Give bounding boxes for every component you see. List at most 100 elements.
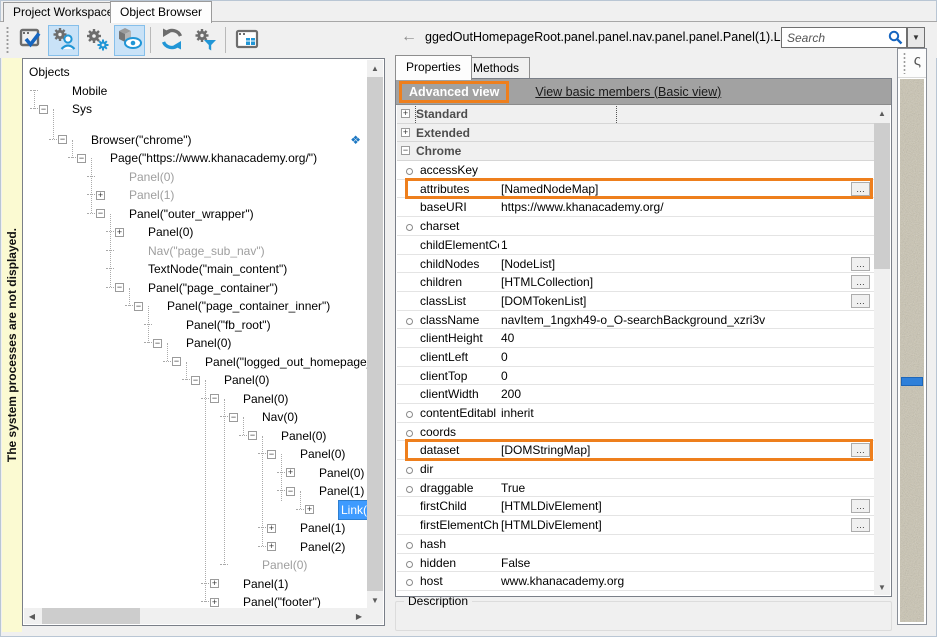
tree-node[interactable]: − Panel(0) ❖ xyxy=(24,427,367,446)
property-row[interactable]: children [HTMLCollection] … xyxy=(397,273,874,292)
tree-node[interactable]: + Link(0) ❖ xyxy=(24,501,367,520)
tree-node[interactable]: TextNode("main_content") ❖ xyxy=(24,260,367,279)
tree-node[interactable]: + Panel(1) ❖ xyxy=(24,186,367,205)
tree-expander[interactable]: − xyxy=(248,431,257,440)
tree-expander[interactable]: + xyxy=(96,191,105,200)
back-arrow-icon[interactable]: ← xyxy=(399,27,419,47)
property-row[interactable]: childElementCo 1 … xyxy=(397,236,874,255)
tab-methods[interactable]: Methods xyxy=(462,57,530,79)
gear-filter-button[interactable] xyxy=(189,25,220,56)
tree-expander[interactable]: − xyxy=(286,487,295,496)
toolbar-grip[interactable] xyxy=(5,27,10,53)
window-panel-button[interactable] xyxy=(231,25,262,56)
property-row[interactable]: − Chrome … xyxy=(397,142,874,161)
category-expander[interactable]: − xyxy=(401,146,410,155)
tree-expander[interactable]: − xyxy=(58,135,67,144)
category-expander[interactable]: + xyxy=(401,128,410,137)
window-check-button[interactable] xyxy=(15,25,46,56)
tree-expander[interactable]: − xyxy=(267,450,276,459)
property-row[interactable]: className navItem_1ngxh49-o_O-searchBack… xyxy=(397,311,874,330)
tree-node[interactable]: − Page("https://www.khanacademy.org/") ❖ xyxy=(24,149,367,168)
tab-properties[interactable]: Properties xyxy=(395,55,472,80)
property-row[interactable]: classList [DOMTokenList] … xyxy=(397,292,874,311)
cube-eye-button[interactable] xyxy=(114,25,145,56)
tree-node[interactable]: − Panel(0) ❖ xyxy=(24,445,367,464)
tree-expander[interactable]: + xyxy=(210,598,219,607)
tree-node[interactable]: − Browser("chrome") ❖ xyxy=(24,131,367,150)
property-row[interactable]: hash … xyxy=(397,535,874,554)
scroll-up-button[interactable]: ▲ xyxy=(367,60,383,76)
tree-node[interactable]: Mobile ❖ xyxy=(24,82,367,101)
tree-expander[interactable]: − xyxy=(96,209,105,218)
tree-expander[interactable]: + xyxy=(305,505,314,514)
tab-project-workspace[interactable]: Project Workspace xyxy=(3,2,123,22)
property-row[interactable]: + Standard … xyxy=(397,105,874,124)
search-dropdown-button[interactable]: ▼ xyxy=(907,27,925,48)
gears-button[interactable] xyxy=(81,25,112,56)
collapsed-tab-marker[interactable] xyxy=(901,377,923,386)
tree-expander[interactable]: − xyxy=(153,339,162,348)
tree-node[interactable]: − Nav(0) ❖ xyxy=(24,408,367,427)
tree-expander[interactable]: + xyxy=(115,228,124,237)
ellipsis-button[interactable]: … xyxy=(851,257,870,271)
tree-node[interactable]: + Panel(1) ❖ xyxy=(24,519,367,538)
tree-node[interactable]: − Panel(0) ❖ xyxy=(24,371,367,390)
tree-expander[interactable]: − xyxy=(172,357,181,366)
property-row[interactable]: coords … xyxy=(397,423,874,442)
category-expander[interactable]: + xyxy=(401,109,410,118)
tree-node[interactable]: − Panel("page_container_inner") ❖ xyxy=(24,297,367,316)
tree-node[interactable]: − Panel("outer_wrapper") ❖ xyxy=(24,205,367,224)
tree-node[interactable]: Panel(0) ❖ xyxy=(24,168,367,187)
property-row[interactable]: host www.khanacademy.org … xyxy=(397,572,874,591)
scroll-down-button[interactable]: ▼ xyxy=(367,592,383,608)
grid-vertical-scrollbar[interactable]: ▲ ▼ xyxy=(874,105,890,595)
property-row[interactable]: clientHeight 40 … xyxy=(397,329,874,348)
collapsed-panel-grip[interactable]: ς xyxy=(898,49,926,78)
property-row[interactable]: dataset [DOMStringMap] … xyxy=(397,441,874,460)
tree-expander[interactable]: − xyxy=(115,283,124,292)
property-row[interactable]: contentEditabl inherit … xyxy=(397,404,874,423)
gears-user-button[interactable] xyxy=(48,25,79,56)
tree-expander[interactable]: + xyxy=(210,579,219,588)
tree-node[interactable]: Panel(0) ❖ xyxy=(24,556,367,575)
property-row[interactable]: attributes [NamedNodeMap] … xyxy=(397,180,874,199)
tree-vertical-scrollbar[interactable]: ▲ ▼ xyxy=(367,60,383,608)
ellipsis-button[interactable]: … xyxy=(851,518,870,532)
ellipsis-button[interactable]: … xyxy=(851,443,870,457)
scroll-up-button[interactable]: ▲ xyxy=(874,105,890,121)
basic-view-link[interactable]: View basic members (Basic view) xyxy=(535,85,721,99)
ellipsis-button[interactable]: … xyxy=(851,182,870,196)
tree-expander[interactable]: + xyxy=(267,542,276,551)
tree-node[interactable]: + Panel("footer") ❖ xyxy=(24,593,367,608)
ellipsis-button[interactable]: … xyxy=(851,499,870,513)
tree-node[interactable]: − Panel("page_container") ❖ xyxy=(24,279,367,298)
horizontal-scroll-thumb[interactable] xyxy=(42,608,140,624)
tree-node[interactable]: + Panel(0) ❖ xyxy=(24,223,367,242)
property-row[interactable]: charset … xyxy=(397,217,874,236)
property-row[interactable]: clientWidth 200 … xyxy=(397,385,874,404)
tree-node[interactable]: − Panel("logged_out_homepage_root" ❖ xyxy=(24,353,367,372)
tree-expander[interactable]: + xyxy=(286,468,295,477)
property-row[interactable]: hostname www.khanacademy.org … xyxy=(397,591,874,595)
tree-node[interactable]: Nav("page_sub_nav") ❖ xyxy=(24,242,367,261)
property-row[interactable]: firstElementCh [HTMLDivElement] … xyxy=(397,516,874,535)
tree-node[interactable]: + Panel(0) ❖ xyxy=(24,464,367,483)
refresh-button[interactable] xyxy=(156,25,187,56)
ellipsis-button[interactable]: … xyxy=(851,294,870,308)
property-row[interactable]: clientLeft 0 … xyxy=(397,348,874,367)
tree-node[interactable]: − Sys ❖ xyxy=(24,100,367,119)
tree-node[interactable]: − Panel(0) ❖ xyxy=(24,334,367,353)
tree-node[interactable]: + Panel(1) ❖ xyxy=(24,575,367,594)
tree-expander[interactable]: − xyxy=(77,154,86,163)
vertical-scroll-thumb[interactable] xyxy=(874,123,890,269)
property-row[interactable]: draggable True … xyxy=(397,479,874,498)
vertical-scroll-thumb[interactable] xyxy=(367,77,383,591)
scroll-left-button[interactable]: ◀ xyxy=(24,608,40,624)
scroll-down-button[interactable]: ▼ xyxy=(874,579,890,595)
property-row[interactable]: hidden False … xyxy=(397,554,874,573)
property-row[interactable]: + Extended … xyxy=(397,124,874,143)
tree-node[interactable]: Panel("fb_root") ❖ xyxy=(24,316,367,335)
ellipsis-button[interactable]: … xyxy=(851,275,870,289)
property-row[interactable]: firstChild [HTMLDivElement] … xyxy=(397,497,874,516)
tree-expander[interactable]: + xyxy=(267,524,276,533)
